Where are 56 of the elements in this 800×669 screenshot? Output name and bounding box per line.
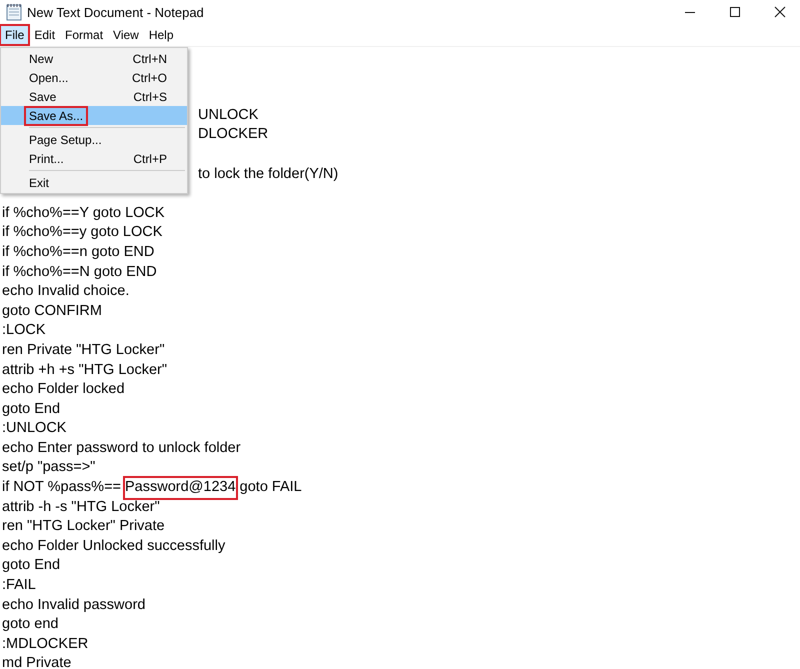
code-line: if %cho%==Y goto LOCK <box>2 204 165 223</box>
code-text: goto FAIL <box>240 478 302 498</box>
code-line: goto end <box>2 615 58 634</box>
menu-item[interactable]: Help <box>144 25 179 45</box>
code-line: echo Enter password to unlock folder <box>2 438 241 458</box>
menu-item[interactable]: Edit <box>29 25 60 45</box>
window-title: New Text Document - Notepad <box>27 4 204 20</box>
code-line: echo Folder locked <box>2 380 125 400</box>
menu-option[interactable]: Print... Ctrl+P <box>1 149 187 168</box>
option-label: Save <box>28 88 58 104</box>
code-line: echo Folder Unlocked successfully <box>2 536 226 556</box>
maximize-icon[interactable] <box>729 6 741 18</box>
code-line: md Private <box>2 654 72 669</box>
shortcut-text: Ctrl+O <box>132 70 167 84</box>
option-label: New <box>28 50 54 66</box>
code-line: echo Invalid choice. <box>2 282 130 302</box>
shortcut-text: Ctrl+P <box>133 152 167 166</box>
menu-item[interactable]: View <box>108 25 144 45</box>
code-line: ren "HTG Locker" Private <box>2 517 165 536</box>
code-line: goto End <box>2 400 60 419</box>
close-icon[interactable] <box>774 6 786 18</box>
code-line: attrib -h -s "HTG Locker" <box>2 498 160 517</box>
option-label: Print... <box>28 150 65 166</box>
shortcut-text: Ctrl+N <box>132 52 167 66</box>
code-line: :UNLOCK <box>2 419 66 438</box>
menu-option[interactable]: Save Ctrl+S <box>1 87 187 106</box>
code-line: goto End <box>2 556 60 576</box>
code-line: set/p "pass=>" <box>2 458 96 478</box>
code-line: to lock the folder(Y/N) <box>198 164 338 184</box>
password-text: Password@1234 <box>125 478 236 498</box>
code-line: if %cho%==N goto END <box>2 262 157 282</box>
code-line: :MDLOCKER <box>2 634 88 654</box>
code-line: UNLOCK <box>198 106 258 125</box>
option-label: Open... <box>28 70 70 86</box>
code-line: DLOCKER <box>198 125 268 144</box>
code-line: echo Invalid password <box>2 596 146 615</box>
menu-option[interactable]: Open... Ctrl+O <box>1 68 187 87</box>
menu-item[interactable]: Format <box>60 25 108 45</box>
notepad-icon <box>6 3 22 21</box>
option-label: Page Setup... <box>28 132 103 148</box>
shortcut-text: Ctrl+S <box>133 90 167 104</box>
code-line: attrib +h +s "HTG Locker" <box>2 360 168 380</box>
menu-option[interactable]: Page Setup... <box>1 130 187 149</box>
code-text: if NOT %pass%== <box>2 478 122 498</box>
code-line: ren Private "HTG Locker" <box>2 340 165 360</box>
code-line: :FAIL <box>2 576 36 596</box>
menu-item[interactable]: File <box>0 25 30 45</box>
option-label: Exit <box>28 174 50 190</box>
code-line: if %cho%==y goto LOCK <box>2 223 162 242</box>
menu-option[interactable]: Exit <box>1 173 187 192</box>
code-line: goto CONFIRM <box>2 302 102 321</box>
menu-option[interactable]: Save As... <box>1 106 187 125</box>
option-label: Save As... <box>26 108 86 124</box>
code-line: if %cho%==n goto END <box>2 242 154 262</box>
code-line: :LOCK <box>2 321 46 340</box>
menu-option[interactable]: New Ctrl+N <box>1 49 187 68</box>
